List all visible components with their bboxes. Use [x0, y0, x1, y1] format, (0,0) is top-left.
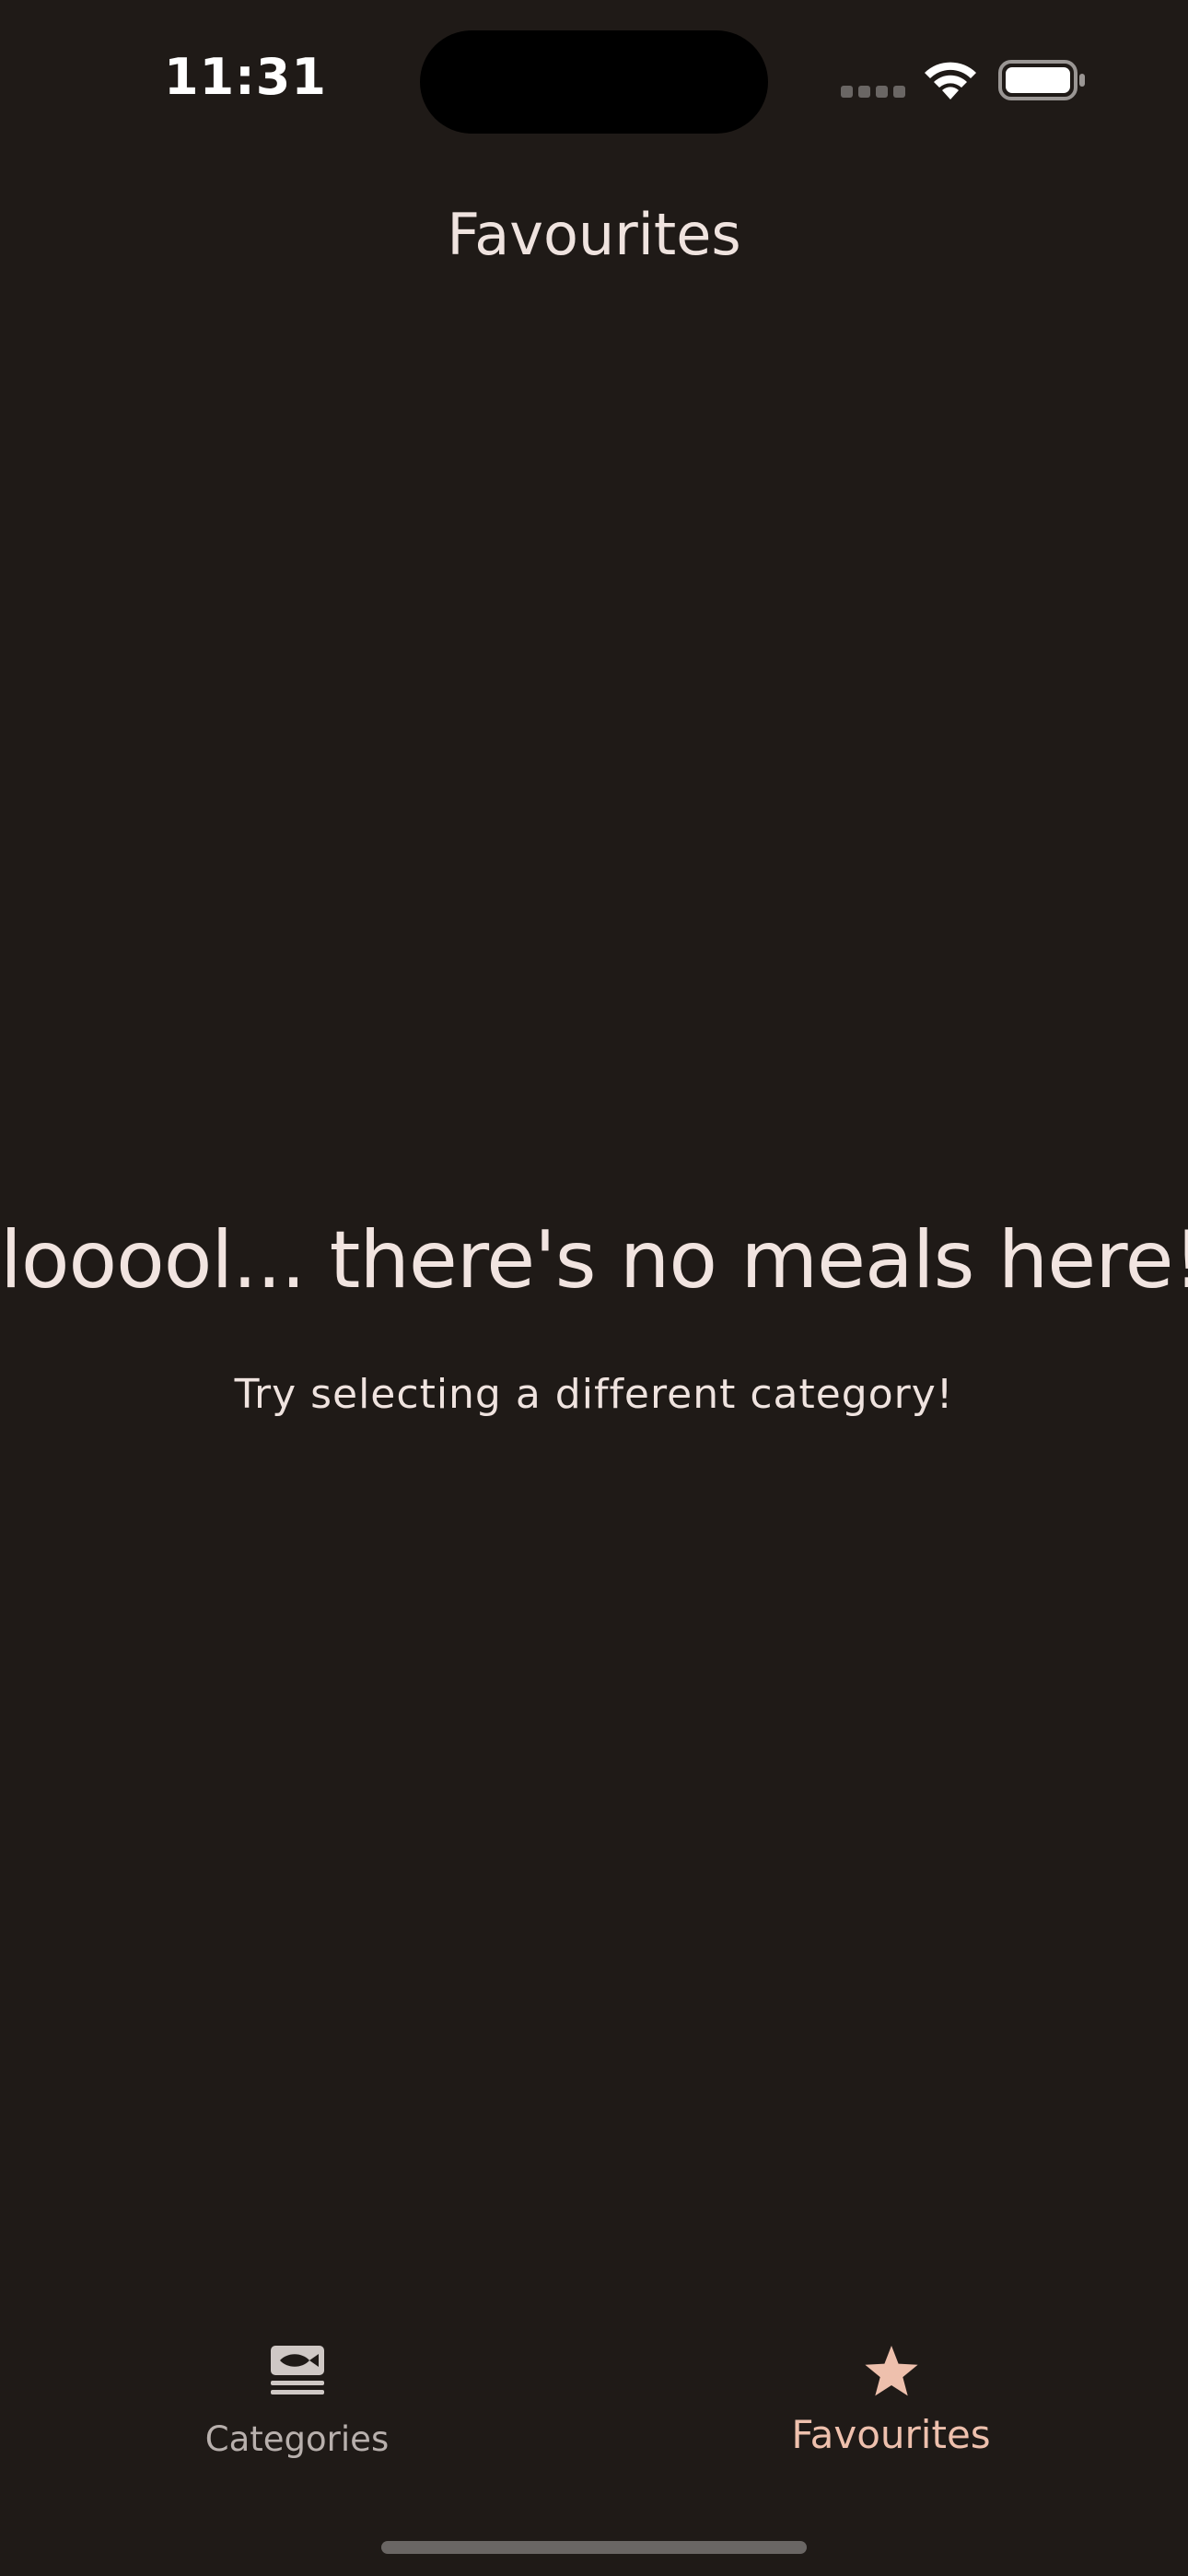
tab-categories[interactable]: Categories [0, 2322, 594, 2478]
cellular-signal-icon [841, 86, 905, 98]
dynamic-island [420, 30, 768, 134]
tab-favourites[interactable]: Favourites [594, 2322, 1188, 2478]
bottom-tab-bar: Categories Favourites [0, 2322, 1188, 2576]
set-meal-icon [270, 2346, 324, 2395]
home-indicator[interactable] [381, 2541, 807, 2554]
empty-state-heading: looool... there's no meals here! [0, 1214, 1188, 1306]
tab-categories-label: Categories [204, 2419, 390, 2459]
star-icon [864, 2346, 918, 2396]
page-title: Favourites [447, 201, 741, 268]
status-bar: 11:31 [0, 0, 1188, 157]
tab-favourites-label: Favourites [791, 2412, 991, 2457]
status-time: 11:31 [164, 48, 327, 106]
battery-icon [998, 60, 1085, 100]
wifi-icon [925, 62, 976, 100]
empty-state-subtitle: Try selecting a different category! [234, 1371, 954, 1418]
